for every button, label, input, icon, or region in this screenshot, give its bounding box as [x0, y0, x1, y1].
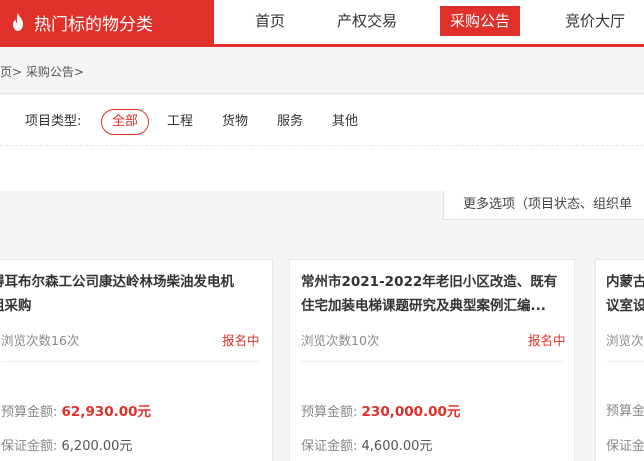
nav-property-trade[interactable]: 产权交易: [337, 0, 397, 44]
filter-services[interactable]: 服务: [277, 109, 303, 135]
filter-all[interactable]: 全部: [101, 109, 150, 135]
listing-card[interactable]: 得耳布尔森工公司康达岭林场柴油发电机 组采购 浏览次数16次 报名中 预算金额:…: [0, 259, 273, 461]
card-divider: [301, 361, 564, 362]
card-title[interactable]: 常州市2021-2022年老旧小区改造、既有 住宅加装电梯课题研究及典型案例汇编…: [301, 270, 557, 318]
nav-procurement[interactable]: 采购公告: [440, 6, 521, 36]
status-badge: 报名中: [528, 333, 566, 348]
deposit-amount: 保证金: [606, 439, 644, 454]
deposit-amount: 保证金额: 6,200.00元: [1, 439, 133, 454]
filter-divider: [0, 145, 644, 146]
nav-bidding-hall[interactable]: 竞价大厅: [565, 0, 625, 44]
card-divider: [1, 361, 259, 362]
project-type-label: 项目类型:: [25, 114, 82, 129]
filter-engineering[interactable]: 工程: [167, 109, 193, 135]
card-title[interactable]: 得耳布尔森工公司康达岭林场柴油发电机 组采购: [0, 270, 234, 318]
listing-card[interactable]: 内蒙古 议室设 浏览次数 预算金 保证金: [595, 259, 644, 461]
filter-panel: 项目类型: 全部 工程 货物 服务 其他: [0, 95, 644, 191]
budget-amount: 预算金: [606, 404, 644, 419]
budget-amount: 预算金额: 62,930.00元: [1, 404, 152, 420]
more-options-bar: 更多选项（项目状态、组织单: [0, 191, 644, 220]
breadcrumb: 页> 采购公告>: [0, 50, 644, 94]
filter-goods[interactable]: 货物: [222, 109, 248, 135]
flame-icon: [13, 13, 23, 31]
status-badge: 报名中: [222, 333, 260, 348]
project-type-row: 项目类型: 全部 工程 货物 服务 其他: [0, 107, 644, 137]
budget-amount: 预算金额: 230,000.00元: [301, 404, 461, 420]
view-count: 浏览次数: [606, 333, 644, 348]
card-title[interactable]: 内蒙古 议室设: [606, 270, 644, 318]
filter-other[interactable]: 其他: [332, 109, 358, 135]
card-divider: [606, 361, 644, 362]
category-menu-button[interactable]: 热门标的物分类: [0, 0, 214, 44]
brand-title: 热门标的物分类: [34, 14, 153, 35]
breadcrumb-text[interactable]: 页> 采购公告>: [0, 50, 84, 94]
top-header: 热门标的物分类 首页 产权交易 采购公告 竞价大厅: [0, 0, 644, 47]
listing-card[interactable]: 常州市2021-2022年老旧小区改造、既有 住宅加装电梯课题研究及典型案例汇编…: [289, 259, 575, 461]
view-count: 浏览次数16次: [1, 333, 80, 348]
deposit-amount: 保证金额: 4,600.00元: [301, 439, 433, 454]
nav-home[interactable]: 首页: [255, 0, 285, 44]
more-options-button[interactable]: 更多选项（项目状态、组织单: [443, 191, 644, 220]
view-count: 浏览次数10次: [301, 333, 380, 348]
